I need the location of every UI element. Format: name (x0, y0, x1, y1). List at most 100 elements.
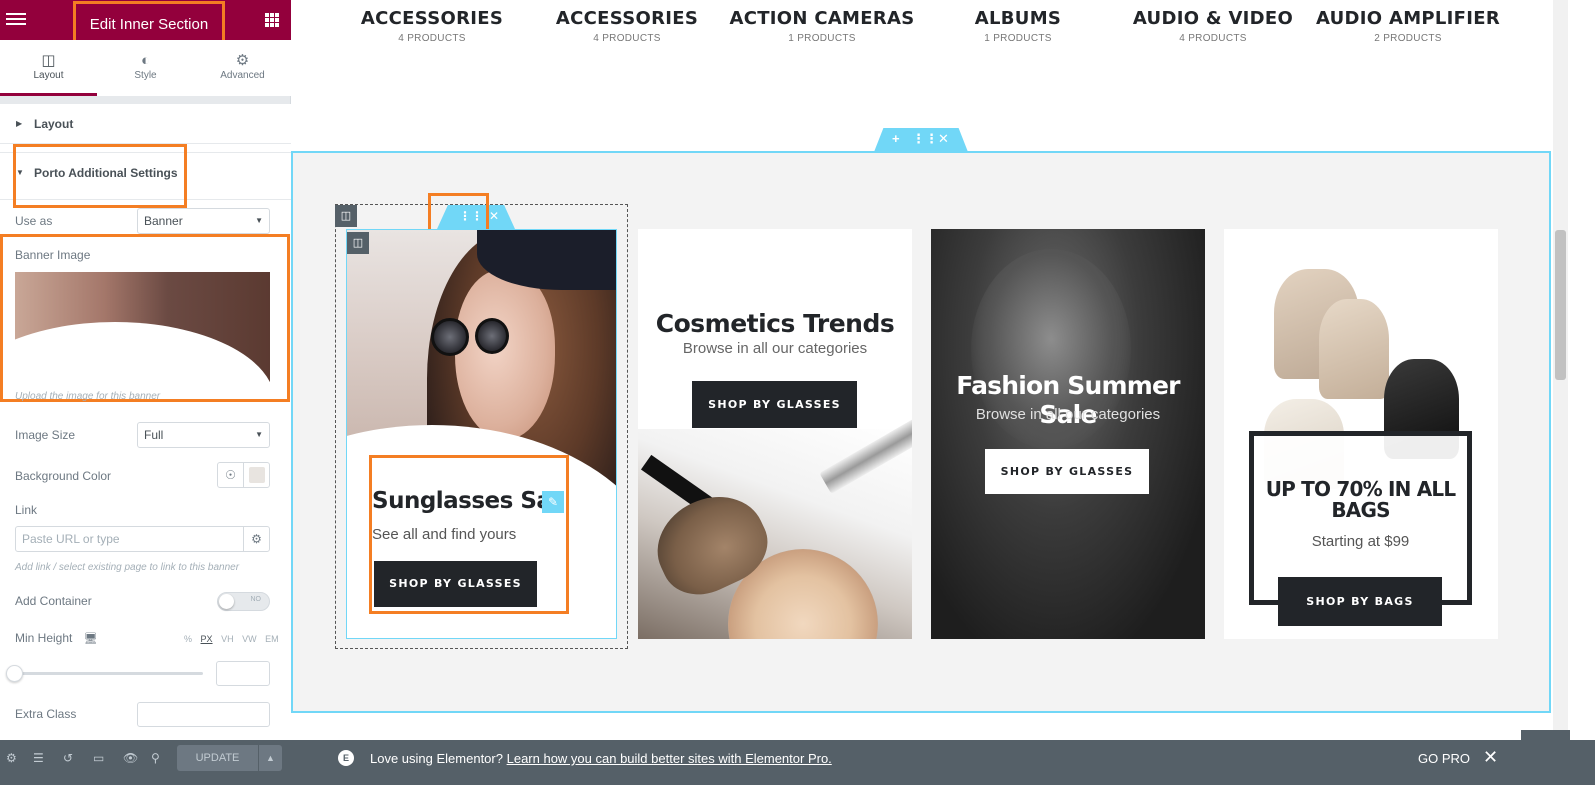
tab-layout-label: Layout (33, 70, 64, 81)
use-as-select[interactable]: Banner ▼ (137, 208, 270, 234)
use-as-label: Use as (15, 214, 53, 228)
unit-vw[interactable]: VW (242, 634, 257, 644)
tab-advanced[interactable]: ⚙ Advanced (194, 40, 291, 96)
banner-bags[interactable]: UP TO 70% IN ALL BAGS Starting at $99 SH… (1224, 229, 1498, 639)
backpack-image (1319, 299, 1389, 399)
unit-px[interactable]: PX (201, 634, 213, 644)
banner-image-label: Banner Image (15, 248, 91, 262)
unit-switcher: % PX VH VW EM (184, 634, 279, 644)
panel-tabs: ◫ Layout ◐ Style ⚙ Advanced (0, 40, 291, 96)
banner-content-highlight (369, 455, 569, 614)
inner-section-column-icon[interactable]: ◫ (335, 205, 357, 227)
color-swatch[interactable] (249, 467, 265, 483)
navigator-layers-icon[interactable]: ☰ (33, 751, 44, 765)
category-name: ACCESSORIES (360, 8, 504, 29)
banner-subtitle[interactable]: Browse in all our categories (931, 406, 1205, 423)
panel-header: Edit Inner Section (0, 0, 291, 44)
toggle-knob (219, 594, 234, 609)
notice-message: Love using Elementor? Learn how you can … (370, 751, 832, 766)
responsive-desktop-icon[interactable]: ▭ (93, 751, 104, 765)
link-hint: Add link / select existing page to link … (15, 562, 240, 573)
update-button[interactable]: UPDATE (177, 745, 258, 771)
contrast-icon: ◐ (140, 52, 151, 69)
category-count: 4 PRODUCTS (398, 33, 466, 44)
toggle-state: NO (250, 596, 262, 603)
settings-gear-icon[interactable]: ⚙ (6, 751, 17, 765)
notice-text: Love using Elementor? (370, 751, 503, 766)
image-size-select[interactable]: Full ▼ (137, 422, 270, 448)
delete-section-close-icon[interactable]: ✕ (938, 131, 949, 147)
category-count: 4 PRODUCTS (1179, 33, 1247, 44)
desktop-icon[interactable]: 🖥 (84, 633, 98, 645)
column-handle-icon[interactable]: ◫ (347, 232, 369, 254)
sunglasses-lens (475, 318, 509, 354)
category-count: 1 PRODUCTS (984, 33, 1052, 44)
section-layout[interactable]: ▶ Layout (0, 104, 291, 144)
category-name: AUDIO & VIDEO (1132, 8, 1294, 29)
category-item[interactable]: AUDIO & VIDEO 4 PRODUCTS (1118, 8, 1308, 44)
unit-vh[interactable]: VH (221, 634, 234, 644)
banner-subtitle[interactable]: Browse in all our categories (638, 340, 912, 357)
background-color-label: Background Color (15, 469, 112, 483)
image-size-value: Full (144, 428, 164, 442)
shop-by-glasses-button[interactable]: SHOP BY GLASSES (985, 449, 1149, 494)
use-as-value: Banner (144, 214, 183, 228)
globe-icon[interactable]: ☉ (218, 463, 244, 487)
tab-style[interactable]: ◐ Style (97, 40, 194, 96)
history-icon[interactable]: ↺ (63, 751, 73, 765)
banner-cosmetics[interactable]: Cosmetics Trends Browse in all our categ… (638, 229, 912, 639)
add-container-label: Add Container (15, 594, 92, 608)
preview-eye-icon[interactable]: 👁 (123, 751, 138, 765)
editor-panel: Edit Inner Section ◫ Layout ◐ Style ⚙ Ad… (0, 0, 291, 785)
shop-by-glasses-button[interactable]: SHOP BY GLASSES (692, 381, 857, 428)
min-height-slider-handle[interactable] (6, 665, 23, 682)
banner-subtitle[interactable]: Starting at $99 (1249, 533, 1472, 550)
banner-fashion-summer[interactable]: Fashion Summer Sale Browse in all our ca… (931, 229, 1205, 639)
back-to-top-tab[interactable] (1521, 730, 1570, 742)
image-size-label: Image Size (15, 428, 76, 442)
close-notice-icon[interactable]: ✕ (1483, 747, 1498, 768)
add-section-plus-icon[interactable]: + (892, 131, 900, 146)
section-layout-label: Layout (34, 117, 74, 131)
menu-icon[interactable] (6, 10, 26, 30)
notice-learn-more-link[interactable]: Learn how you can build better sites wit… (507, 751, 832, 766)
widgets-grid-icon[interactable] (265, 13, 279, 27)
banner-image-preview[interactable] (15, 272, 270, 382)
add-container-toggle[interactable]: NO (217, 592, 270, 611)
extra-class-label: Extra Class (15, 707, 77, 721)
panel-footer: ⚙ ☰ ↺ ▭ 👁 ⚲ UPDATE ▲ (0, 740, 291, 785)
delete-inner-section-close-icon[interactable]: ✕ (489, 209, 499, 223)
page-scrollbar[interactable] (1553, 0, 1568, 740)
drag-section-icon[interactable]: ⋮⋮ (912, 131, 938, 147)
category-item[interactable]: ACCESSORIES 4 PRODUCTS (337, 8, 527, 44)
unit-em[interactable]: EM (265, 634, 279, 644)
scrollbar-thumb[interactable] (1555, 230, 1566, 380)
min-height-input[interactable] (216, 661, 270, 686)
update-options-chevron-icon[interactable]: ▲ (258, 745, 282, 771)
unit-percent[interactable]: % (184, 634, 192, 644)
category-count: 4 PRODUCTS (593, 33, 661, 44)
category-item[interactable]: AUDIO AMPLIFIER 2 PRODUCTS (1313, 8, 1503, 44)
panel-body: ▶ Layout ▼ Porto Additional Settings Use… (0, 104, 291, 740)
sunglasses-lens (431, 318, 469, 356)
background-color-picker[interactable]: ☉ (217, 462, 270, 488)
link-label: Link (15, 503, 38, 517)
tab-layout[interactable]: ◫ Layout (0, 40, 97, 96)
category-item[interactable]: ACCESSORIES 4 PRODUCTS (532, 8, 722, 44)
min-height-label-text: Min Height (15, 631, 73, 645)
finder-search-icon[interactable]: ⚲ (151, 751, 160, 765)
shop-by-bags-button[interactable]: SHOP BY BAGS (1278, 577, 1442, 626)
category-name: AUDIO AMPLIFIER (1315, 8, 1501, 29)
link-input[interactable]: Paste URL or type (15, 526, 244, 552)
go-pro-link[interactable]: GO PRO (1418, 751, 1470, 766)
banner-title[interactable]: UP TO 70% IN ALL BAGS (1249, 479, 1472, 521)
min-height-label: Min Height 🖥 (15, 631, 98, 645)
category-item[interactable]: ACTION CAMERAS 1 PRODUCTS (727, 8, 917, 44)
section-handle[interactable]: + ⋮⋮ ✕ (874, 128, 968, 152)
link-options-gear-icon[interactable]: ⚙ (243, 526, 270, 552)
min-height-slider-track[interactable] (15, 672, 203, 675)
banner-title[interactable]: Cosmetics Trends (638, 309, 912, 338)
category-count: 2 PRODUCTS (1374, 33, 1442, 44)
extra-class-input[interactable] (137, 702, 270, 727)
category-item[interactable]: ALBUMS 1 PRODUCTS (923, 8, 1113, 44)
